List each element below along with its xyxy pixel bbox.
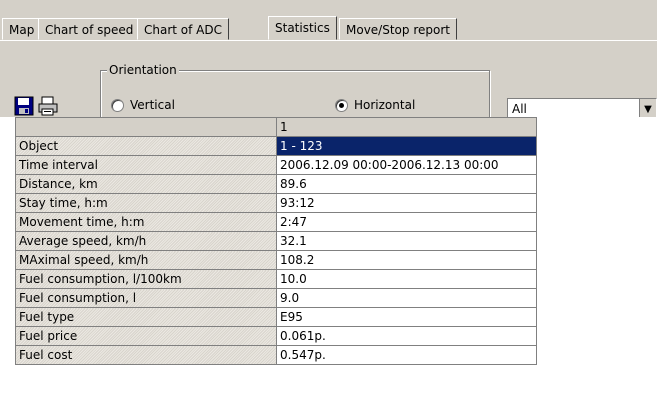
table-row[interactable]: Fuel consumption, l 9.0: [15, 288, 537, 308]
row-label: Time interval: [15, 155, 277, 175]
row-value[interactable]: 32.1: [276, 231, 537, 251]
orientation-label: Orientation: [107, 63, 179, 77]
table-row[interactable]: Distance, km 89.6: [15, 174, 537, 194]
horizontal-label: Horizontal: [354, 98, 416, 112]
row-label: Fuel consumption, l/100km: [15, 269, 277, 289]
row-value[interactable]: 2:47: [276, 212, 537, 232]
table-row[interactable]: Average speed, km/h 32.1: [15, 231, 537, 251]
table-row[interactable]: Fuel price 0.061p.: [15, 326, 537, 346]
row-value[interactable]: 0.547p.: [276, 345, 537, 365]
column-header[interactable]: 1: [276, 117, 537, 137]
table-row[interactable]: Fuel type E95: [15, 307, 537, 327]
window: Map Chart of speed Chart of ADC Statisti…: [0, 0, 657, 394]
row-label: MAximal speed, km/h: [15, 250, 277, 270]
header-corner-cell: [15, 117, 277, 137]
row-label: Movement time, h:m: [15, 212, 277, 232]
row-label: Fuel consumption, l: [15, 288, 277, 308]
table-row[interactable]: Stay time, h:m 93:12: [15, 193, 537, 213]
row-value[interactable]: 1 - 123: [276, 136, 537, 156]
vertical-label: Vertical: [130, 98, 175, 112]
tab-move-stop-report[interactable]: Move/Stop report: [339, 18, 457, 40]
radio-unchecked-icon: [111, 98, 124, 112]
statistics-grid: 1 Object 1 - 123 Time interval 2006.12.0…: [0, 117, 657, 394]
row-label: Stay time, h:m: [15, 193, 277, 213]
statistics-table: 1 Object 1 - 123 Time interval 2006.12.0…: [15, 117, 537, 365]
table-row[interactable]: Object 1 - 123: [15, 136, 537, 156]
table-row[interactable]: Fuel cost 0.547p.: [15, 345, 537, 365]
tab-strip: Map Chart of speed Chart of ADC Statisti…: [0, 16, 657, 40]
chevron-down-icon[interactable]: ▼: [639, 99, 656, 119]
row-value[interactable]: 93:12: [276, 193, 537, 213]
row-value[interactable]: 89.6: [276, 174, 537, 194]
radio-checked-icon: [335, 98, 348, 112]
filter-value: All: [512, 102, 527, 116]
vertical-radio[interactable]: Vertical: [111, 98, 175, 112]
row-label: Distance, km: [15, 174, 277, 194]
table-row[interactable]: Fuel consumption, l/100km 10.0: [15, 269, 537, 289]
row-label: Fuel cost: [15, 345, 277, 365]
save-button[interactable]: [13, 95, 35, 117]
horizontal-radio[interactable]: Horizontal: [335, 98, 415, 112]
row-value[interactable]: E95: [276, 307, 537, 327]
floppy-disk-icon: [14, 96, 34, 116]
table-row[interactable]: Movement time, h:m 2:47: [15, 212, 537, 232]
printer-icon: [38, 96, 58, 116]
table-header-row: 1: [15, 117, 537, 137]
table-row[interactable]: MAximal speed, km/h 108.2: [15, 250, 537, 270]
tab-chart-of-speed[interactable]: Chart of speed: [38, 18, 141, 40]
print-button[interactable]: [37, 95, 59, 117]
tab-chart-of-adc[interactable]: Chart of ADC: [137, 18, 229, 40]
row-value[interactable]: 108.2: [276, 250, 537, 270]
row-value[interactable]: 9.0: [276, 288, 537, 308]
row-label: Average speed, km/h: [15, 231, 277, 251]
table-row[interactable]: Time interval 2006.12.09 00:00-2006.12.1…: [15, 155, 537, 175]
tab-map[interactable]: Map: [2, 18, 42, 40]
row-value[interactable]: 10.0: [276, 269, 537, 289]
row-label: Fuel price: [15, 326, 277, 346]
row-label: Fuel type: [15, 307, 277, 327]
row-value[interactable]: 0.061p.: [276, 326, 537, 346]
row-value[interactable]: 2006.12.09 00:00-2006.12.13 00:00: [276, 155, 537, 175]
row-label: Object: [15, 136, 277, 156]
tab-statistics[interactable]: Statistics: [268, 16, 337, 40]
